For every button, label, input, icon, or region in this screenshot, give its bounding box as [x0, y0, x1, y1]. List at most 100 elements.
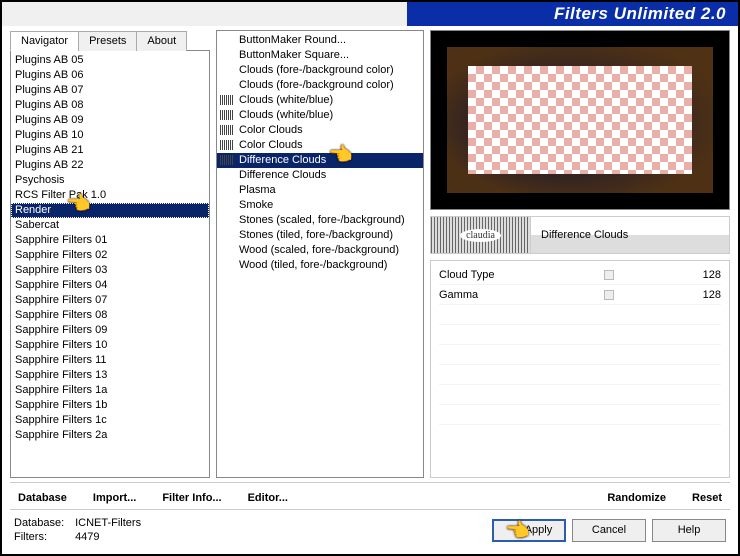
filters-count-label: Filters:: [14, 530, 72, 544]
navigator-item[interactable]: Sapphire Filters 1b: [11, 398, 209, 413]
navigator-item[interactable]: Plugins AB 07: [11, 83, 209, 98]
navigator-item[interactable]: Plugins AB 22: [11, 158, 209, 173]
param-row: Cloud Type128: [439, 265, 721, 285]
filter-list-panel: ButtonMaker Round... ButtonMaker Square..…: [216, 30, 424, 478]
apply-button[interactable]: 👉 Apply: [492, 519, 566, 542]
author-logo: claudia: [431, 217, 531, 253]
filter-item[interactable]: Wood (scaled, fore-/background): [217, 243, 423, 258]
preview-frame: [447, 47, 713, 193]
filter-item[interactable]: Color Clouds: [217, 123, 423, 138]
slider-thumb[interactable]: [604, 290, 614, 300]
import-button[interactable]: Import...: [89, 489, 140, 507]
footer-info: Database: ICNET-Filters Filters: 4479: [14, 516, 141, 544]
navigator-item[interactable]: Sapphire Filters 04: [11, 278, 209, 293]
navigator-item[interactable]: Plugins AB 05: [11, 53, 209, 68]
param-label: Cloud Type: [439, 269, 529, 281]
filter-gradient-icon: [220, 155, 234, 165]
navigator-item[interactable]: Sapphire Filters 07: [11, 293, 209, 308]
filter-list[interactable]: ButtonMaker Round... ButtonMaker Square..…: [216, 30, 424, 478]
filter-item[interactable]: ButtonMaker Square...: [217, 48, 423, 63]
navigator-item[interactable]: Sapphire Filters 03: [11, 263, 209, 278]
navigator-item[interactable]: Sapphire Filters 13: [11, 368, 209, 383]
navigator-item[interactable]: RCS Filter Pak 1.0: [11, 188, 209, 203]
author-logo-text: claudia: [460, 229, 501, 242]
filter-item-label: Color Clouds: [239, 139, 303, 151]
app-title: Filters Unlimited 2.0: [554, 4, 726, 24]
database-button[interactable]: Database: [14, 489, 71, 507]
param-slider[interactable]: [529, 268, 689, 282]
filter-item-label: Smoke: [239, 199, 273, 211]
navigator-item[interactable]: Plugins AB 06: [11, 68, 209, 83]
navigator-item[interactable]: Sapphire Filters 01: [11, 233, 209, 248]
navigator-item[interactable]: Sapphire Filters 11: [11, 353, 209, 368]
filter-item-label: ButtonMaker Round...: [239, 34, 346, 46]
filter-gradient-icon: [220, 140, 234, 150]
selected-filter-name: Difference Clouds: [531, 217, 729, 253]
filter-item-label: Wood (tiled, fore-/background): [239, 259, 387, 271]
tab-presets[interactable]: Presets: [78, 31, 137, 51]
filter-item[interactable]: ButtonMaker Round...: [217, 33, 423, 48]
navigator-item[interactable]: Sapphire Filters 1a: [11, 383, 209, 398]
navigator-item[interactable]: Plugins AB 09: [11, 113, 209, 128]
param-row-empty: [439, 405, 721, 425]
database-value: ICNET-Filters: [75, 517, 141, 529]
parameter-sliders: Cloud Type128 Gamma 128: [430, 260, 730, 478]
navigator-item[interactable]: Plugins AB 10: [11, 128, 209, 143]
filter-item-label: Clouds (white/blue): [239, 94, 333, 106]
editor-button[interactable]: Editor...: [244, 489, 292, 507]
dialog-buttons: 👉 Apply Cancel Help: [492, 519, 726, 542]
filter-gradient-icon: [220, 95, 234, 105]
param-row-empty: [439, 305, 721, 325]
filter-gradient-icon: [220, 125, 234, 135]
filter-item[interactable]: Clouds (fore-/background color): [217, 78, 423, 93]
param-row-empty: [439, 325, 721, 345]
filter-item[interactable]: Smoke: [217, 198, 423, 213]
filter-item[interactable]: Difference Clouds👉: [217, 153, 423, 168]
navigator-item[interactable]: Sapphire Filters 2a: [11, 428, 209, 443]
reset-button[interactable]: Reset: [688, 489, 726, 507]
tab-strip: Navigator Presets About: [10, 31, 210, 51]
filter-item[interactable]: Clouds (fore-/background color): [217, 63, 423, 78]
cancel-button[interactable]: Cancel: [572, 519, 646, 542]
slider-thumb[interactable]: [604, 270, 614, 280]
filter-item[interactable]: Clouds (white/blue): [217, 93, 423, 108]
param-slider[interactable]: [529, 288, 689, 302]
param-row: Gamma 128: [439, 285, 721, 305]
param-row-empty: [439, 365, 721, 385]
app-window: Filters Unlimited 2.0 Navigator Presets …: [0, 0, 740, 556]
filter-item[interactable]: Plasma: [217, 183, 423, 198]
help-button[interactable]: Help: [652, 519, 726, 542]
filter-item[interactable]: Wood (tiled, fore-/background): [217, 258, 423, 273]
filter-header: claudia Difference Clouds: [430, 216, 730, 254]
filter-item[interactable]: Difference Clouds: [217, 168, 423, 183]
filter-item-label: Stones (scaled, fore-/background): [239, 214, 405, 226]
tab-navigator[interactable]: Navigator: [10, 31, 79, 51]
filter-item[interactable]: Clouds (white/blue): [217, 108, 423, 123]
randomize-button[interactable]: Randomize: [603, 489, 670, 507]
navigator-item[interactable]: Sapphire Filters 10: [11, 338, 209, 353]
navigator-item[interactable]: Render👉: [11, 203, 209, 218]
filter-item-label: Clouds (fore-/background color): [239, 64, 394, 76]
navigator-item[interactable]: Sapphire Filters 08: [11, 308, 209, 323]
filter-info-button[interactable]: Filter Info...: [158, 489, 225, 507]
filter-item-label: Wood (scaled, fore-/background): [239, 244, 399, 256]
navigator-item[interactable]: Sapphire Filters 1c: [11, 413, 209, 428]
navigator-item[interactable]: Sabercat: [11, 218, 209, 233]
database-label: Database:: [14, 516, 72, 530]
tab-about[interactable]: About: [136, 31, 187, 51]
param-label: Gamma: [439, 289, 529, 301]
navigator-item[interactable]: Sapphire Filters 09: [11, 323, 209, 338]
filter-item[interactable]: Stones (tiled, fore-/background): [217, 228, 423, 243]
navigator-item[interactable]: Plugins AB 08: [11, 98, 209, 113]
param-value: 128: [689, 289, 721, 301]
navigator-list[interactable]: Plugins AB 05Plugins AB 06Plugins AB 07P…: [10, 50, 210, 478]
param-row-empty: [439, 385, 721, 405]
filter-item[interactable]: Color Clouds: [217, 138, 423, 153]
param-row-empty: [439, 345, 721, 365]
filter-item[interactable]: Stones (scaled, fore-/background): [217, 213, 423, 228]
filter-item-label: Difference Clouds: [239, 169, 326, 181]
navigator-item[interactable]: Psychosis: [11, 173, 209, 188]
navigator-item[interactable]: Plugins AB 21: [11, 143, 209, 158]
filter-item-label: Clouds (fore-/background color): [239, 79, 394, 91]
navigator-item[interactable]: Sapphire Filters 02: [11, 248, 209, 263]
